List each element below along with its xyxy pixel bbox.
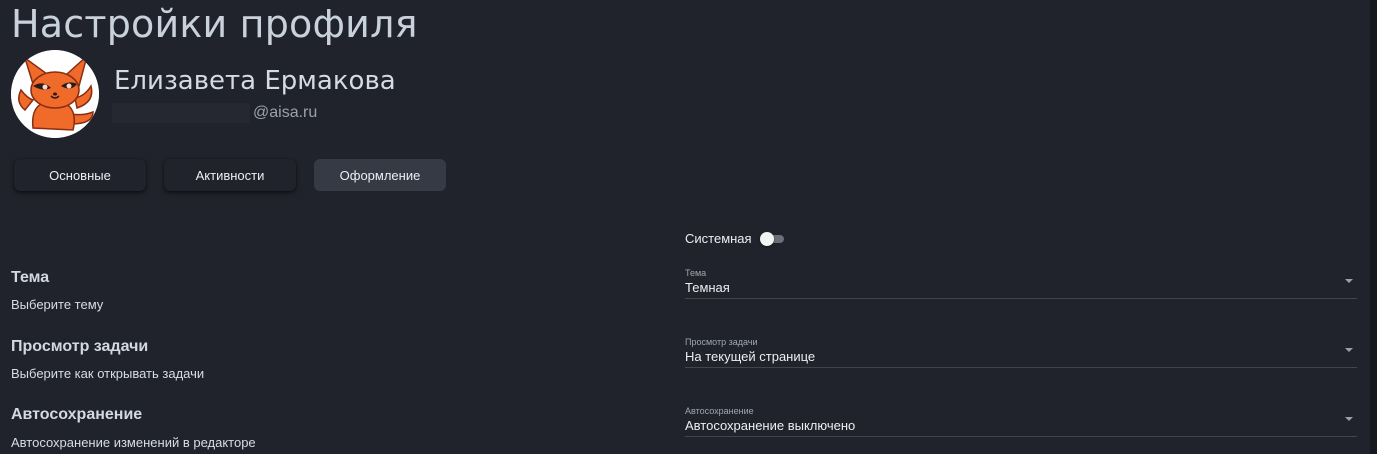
email-domain: @aisa.ru	[253, 104, 318, 121]
page-scrollbar[interactable]	[1370, 0, 1377, 454]
page-title: Настройки профиля	[11, 2, 418, 46]
tab-basic[interactable]: Основные	[14, 159, 146, 191]
autosave-select[interactable]: Автосохранение Автосохранение выключено	[685, 406, 1357, 437]
task-view-select[interactable]: Просмотр задачи На текущей странице	[685, 337, 1357, 368]
user-email: @aisa.ru	[112, 102, 317, 124]
chevron-down-icon[interactable]	[1345, 417, 1353, 421]
system-theme-label: Системная	[685, 231, 752, 246]
task-view-select-label: Просмотр задачи	[685, 337, 758, 347]
autosave-select-value: Автосохранение выключено	[685, 418, 856, 433]
chevron-down-icon[interactable]	[1345, 279, 1353, 283]
theme-setting-description: Выберите тему	[11, 297, 104, 312]
autosave-select-label: Автосохранение	[685, 406, 754, 416]
system-theme-toggle-row: Системная	[685, 231, 786, 246]
autosave-setting-title: Автосохранение	[11, 406, 143, 423]
theme-select-label: Тема	[685, 268, 707, 278]
task-view-setting-title: Просмотр задачи	[11, 338, 149, 355]
tab-activities[interactable]: Активности	[164, 159, 296, 191]
autosave-setting-description: Автосохранение изменений в редакторе	[11, 435, 256, 450]
switch-knob[interactable]	[759, 231, 774, 246]
theme-select[interactable]: Тема Темная	[685, 268, 1357, 299]
theme-select-value: Темная	[685, 280, 730, 295]
tab-appearance[interactable]: Оформление	[314, 159, 446, 191]
profile-tabs: Основные Активности Оформление	[14, 159, 446, 191]
avatar[interactable]	[11, 50, 99, 138]
task-view-select-value: На текущей странице	[685, 349, 816, 364]
chevron-down-icon[interactable]	[1345, 348, 1353, 352]
theme-setting-title: Тема	[11, 269, 50, 286]
user-name: Елизавета Ермакова	[114, 66, 396, 96]
system-theme-switch[interactable]	[759, 231, 786, 246]
task-view-setting-description: Выберите как открывать задачи	[11, 366, 205, 381]
email-redacted-block	[112, 103, 250, 123]
fox-avatar-icon	[11, 50, 99, 138]
